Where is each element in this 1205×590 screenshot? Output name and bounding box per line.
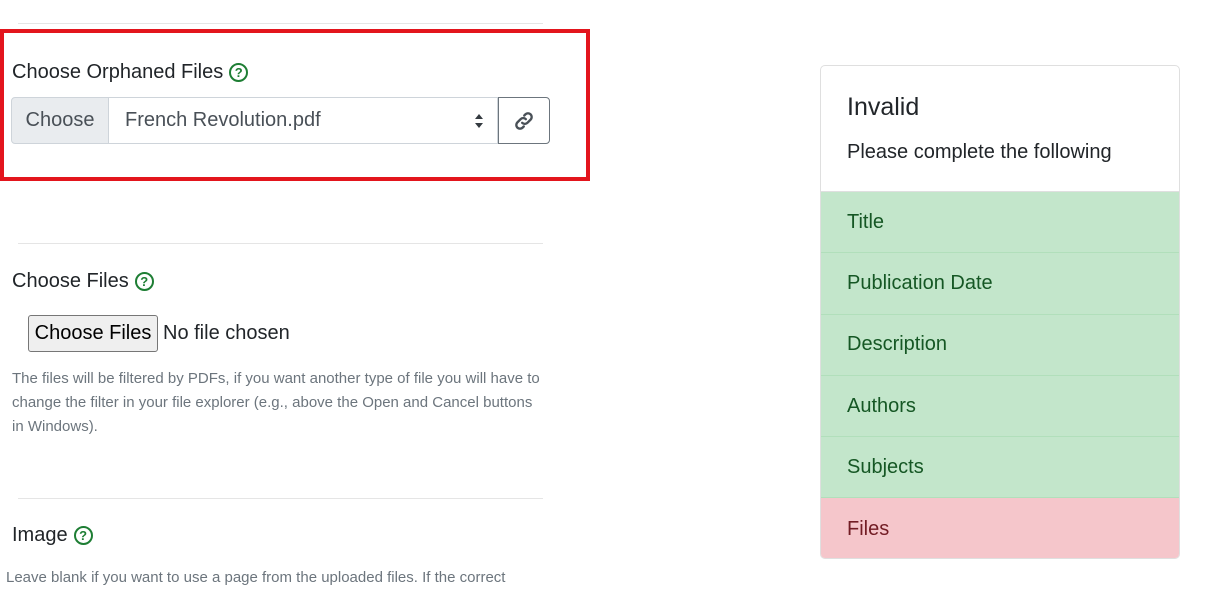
image-label-text: Image bbox=[12, 524, 68, 546]
image-hint: Leave blank if you want to use a page fr… bbox=[6, 569, 506, 586]
validation-item-authors[interactable]: Authors bbox=[821, 375, 1179, 438]
orphaned-files-label: Choose Orphaned Files ? bbox=[12, 61, 249, 84]
divider bbox=[18, 243, 543, 244]
validation-subtitle: Please complete the following bbox=[847, 141, 1112, 163]
validation-list: Title Publication Date Description Autho… bbox=[821, 192, 1179, 558]
choose-files-button[interactable]: Choose Files bbox=[28, 315, 158, 352]
select-arrows-icon bbox=[475, 114, 483, 128]
orphaned-files-input-group: Choose French Revolution.pdf bbox=[11, 97, 550, 144]
files-hint: The files will be filtered by PDFs, if y… bbox=[12, 370, 540, 435]
choose-files-label: Choose Files ? bbox=[12, 270, 154, 293]
image-label: Image ? bbox=[12, 524, 93, 547]
file-status: No file chosen bbox=[163, 322, 290, 344]
validation-item-files[interactable]: Files bbox=[821, 498, 1179, 558]
validation-card: Invalid Please complete the following Ti… bbox=[820, 65, 1180, 559]
help-icon[interactable]: ? bbox=[73, 526, 93, 545]
divider bbox=[18, 498, 543, 499]
validation-item-title[interactable]: Title bbox=[821, 192, 1179, 254]
validation-item-description[interactable]: Description bbox=[821, 314, 1179, 376]
validation-card-header: Invalid Please complete the following bbox=[821, 66, 1179, 192]
orphaned-files-label-text: Choose Orphaned Files bbox=[12, 61, 224, 83]
orphaned-files-select[interactable]: French Revolution.pdf bbox=[109, 97, 498, 144]
choose-files-label-text: Choose Files bbox=[12, 270, 129, 292]
choose-addon: Choose bbox=[11, 97, 109, 144]
validation-item-subjects[interactable]: Subjects bbox=[821, 437, 1179, 499]
validation-title: Invalid bbox=[847, 93, 920, 121]
validation-item-publication-date[interactable]: Publication Date bbox=[821, 253, 1179, 315]
link-button[interactable] bbox=[498, 97, 550, 144]
help-icon[interactable]: ? bbox=[229, 63, 249, 82]
divider bbox=[18, 23, 543, 24]
link-icon bbox=[515, 111, 533, 130]
help-icon[interactable]: ? bbox=[134, 272, 154, 291]
orphaned-files-selected: French Revolution.pdf bbox=[125, 109, 321, 131]
